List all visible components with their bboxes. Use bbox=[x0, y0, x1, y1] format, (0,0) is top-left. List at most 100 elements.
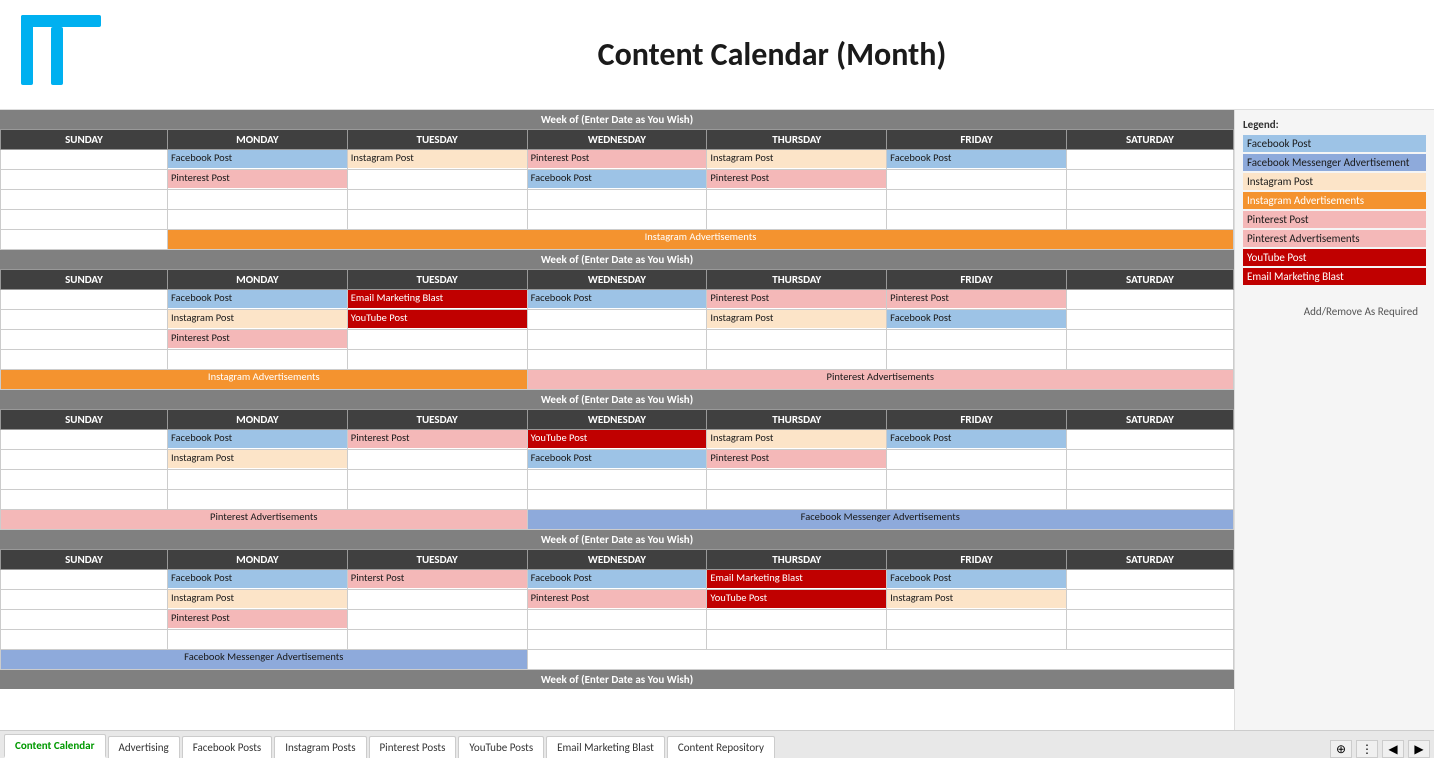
calendar-cell: Pinterest Post bbox=[167, 330, 347, 350]
cell-content: Email Marketing Blast bbox=[707, 570, 886, 588]
cell-content bbox=[887, 190, 1066, 208]
day-header: TUESDAY bbox=[347, 410, 527, 430]
calendar-cell bbox=[347, 170, 527, 190]
cell-content: Pinterest Post bbox=[707, 170, 886, 188]
calendar-content: Week of (Enter Date as You Wish)SUNDAYMO… bbox=[0, 110, 1234, 730]
cell-content bbox=[887, 330, 1066, 348]
calendar-cell bbox=[167, 630, 347, 650]
cell-content bbox=[1, 190, 167, 208]
table-row bbox=[1, 630, 1234, 650]
legend-item: YouTube Post bbox=[1243, 249, 1426, 266]
tab-youtube-posts[interactable]: YouTube Posts bbox=[458, 736, 544, 758]
cell-content bbox=[1, 150, 167, 168]
calendar-cell: Pinterest Post bbox=[887, 290, 1067, 310]
calendar-cell bbox=[347, 470, 527, 490]
calendar-cell bbox=[1, 330, 168, 350]
calendar-cell: Instagram Post bbox=[707, 430, 887, 450]
day-header: FRIDAY bbox=[887, 410, 1067, 430]
cell-content bbox=[887, 210, 1066, 228]
cell-content bbox=[1067, 150, 1233, 168]
week-section-2: Week of (Enter Date as You Wish)SUNDAYMO… bbox=[0, 390, 1234, 530]
cell-content bbox=[348, 450, 527, 468]
cell-content bbox=[1067, 630, 1233, 648]
add-sheet-button[interactable]: ⊕ bbox=[1330, 740, 1352, 758]
tab-content-calendar[interactable]: Content Calendar bbox=[4, 734, 106, 758]
calendar-cell bbox=[887, 470, 1067, 490]
calendar-cell bbox=[167, 490, 347, 510]
legend-item: Facebook Post bbox=[1243, 135, 1426, 152]
calendar-cell bbox=[887, 630, 1067, 650]
calendar-cell bbox=[1066, 630, 1233, 650]
tab-email-marketing-blast[interactable]: Email Marketing Blast bbox=[546, 736, 665, 758]
cell-content bbox=[887, 450, 1066, 468]
cell-content bbox=[887, 610, 1066, 628]
cell-content bbox=[528, 610, 707, 628]
scroll-left-button[interactable]: ◀ bbox=[1382, 740, 1404, 758]
cell-content bbox=[887, 170, 1066, 188]
cell-content: Pinterest Post bbox=[168, 330, 347, 348]
day-header: SATURDAY bbox=[1066, 130, 1233, 150]
cell-content bbox=[348, 190, 527, 208]
calendar-cell bbox=[887, 490, 1067, 510]
cell-content: YouTube Post bbox=[348, 310, 527, 328]
cell-content bbox=[1, 610, 167, 628]
cell-content: YouTube Post bbox=[707, 590, 886, 608]
tab-advertising[interactable]: Advertising bbox=[108, 736, 180, 758]
calendar-cell bbox=[1, 470, 168, 490]
cell-content bbox=[1067, 190, 1233, 208]
cell-content: Facebook Post bbox=[528, 170, 707, 188]
cell-content: Instagram Post bbox=[168, 450, 347, 468]
app-container: Content Calendar (Month) Week of (Enter … bbox=[0, 0, 1434, 758]
calendar-cell bbox=[1, 190, 168, 210]
tab-instagram-posts[interactable]: Instagram Posts bbox=[274, 736, 366, 758]
tab-facebook-posts[interactable]: Facebook Posts bbox=[182, 736, 272, 758]
calendar-cell-span-right: Facebook Messenger Advertisements bbox=[527, 510, 1233, 530]
tab-content-repository[interactable]: Content Repository bbox=[667, 736, 775, 758]
calendar-cell bbox=[1066, 310, 1233, 330]
calendar-cell bbox=[1066, 290, 1233, 310]
calendar-cell bbox=[1, 430, 168, 450]
calendar-cell bbox=[167, 350, 347, 370]
day-header: THURSDAY bbox=[707, 130, 887, 150]
calendar-cell bbox=[707, 610, 887, 630]
cell-content: Pinterest Post bbox=[168, 170, 347, 188]
calendar-cell bbox=[1, 570, 168, 590]
tab-pinterest-posts[interactable]: Pinterest Posts bbox=[369, 736, 457, 758]
cell-content bbox=[1067, 570, 1233, 588]
cell-content bbox=[1, 590, 167, 608]
table-row: Pinterest PostFacebook PostPinterest Pos… bbox=[1, 170, 1234, 190]
cell-content bbox=[707, 210, 886, 228]
calendar-cell-span-left: Pinterest Advertisements bbox=[1, 510, 528, 530]
day-header: THURSDAY bbox=[707, 410, 887, 430]
day-header: TUESDAY bbox=[347, 550, 527, 570]
week-header: Week of (Enter Date as You Wish) bbox=[0, 530, 1234, 549]
span-row: Instagram Advertisements bbox=[1, 230, 1234, 250]
span-row: Pinterest AdvertisementsFacebook Messeng… bbox=[1, 510, 1234, 530]
calendar-cell bbox=[1066, 590, 1233, 610]
cell-content: Facebook Post bbox=[887, 570, 1066, 588]
calendar-cell bbox=[527, 490, 707, 510]
calendar-cell bbox=[527, 350, 707, 370]
calendar-cell bbox=[347, 190, 527, 210]
day-header: SUNDAY bbox=[1, 130, 168, 150]
day-header: SUNDAY bbox=[1, 410, 168, 430]
calendar-cell: Pinterest Post bbox=[347, 430, 527, 450]
calendar-area: Week of (Enter Date as You Wish)SUNDAYMO… bbox=[0, 110, 1434, 730]
week-section-3: Week of (Enter Date as You Wish)SUNDAYMO… bbox=[0, 530, 1234, 670]
day-header: SUNDAY bbox=[1, 270, 168, 290]
calendar-cell bbox=[167, 210, 347, 230]
calendar-cell: Facebook Post bbox=[167, 570, 347, 590]
calendar-cell bbox=[347, 330, 527, 350]
sheet-menu-button[interactable]: ⋮ bbox=[1356, 740, 1378, 758]
calendar-cell bbox=[887, 330, 1067, 350]
calendar-cell bbox=[887, 210, 1067, 230]
cell-content bbox=[348, 590, 527, 608]
calendar-cell bbox=[1, 490, 168, 510]
calendar-cell: Instagram Post bbox=[887, 590, 1067, 610]
scroll-right-button[interactable]: ▶ bbox=[1408, 740, 1430, 758]
calendar-cell bbox=[1, 150, 168, 170]
cell-content bbox=[348, 630, 527, 648]
table-row bbox=[1, 190, 1234, 210]
calendar-cell: Facebook Post bbox=[887, 310, 1067, 330]
cell-content bbox=[528, 490, 707, 508]
